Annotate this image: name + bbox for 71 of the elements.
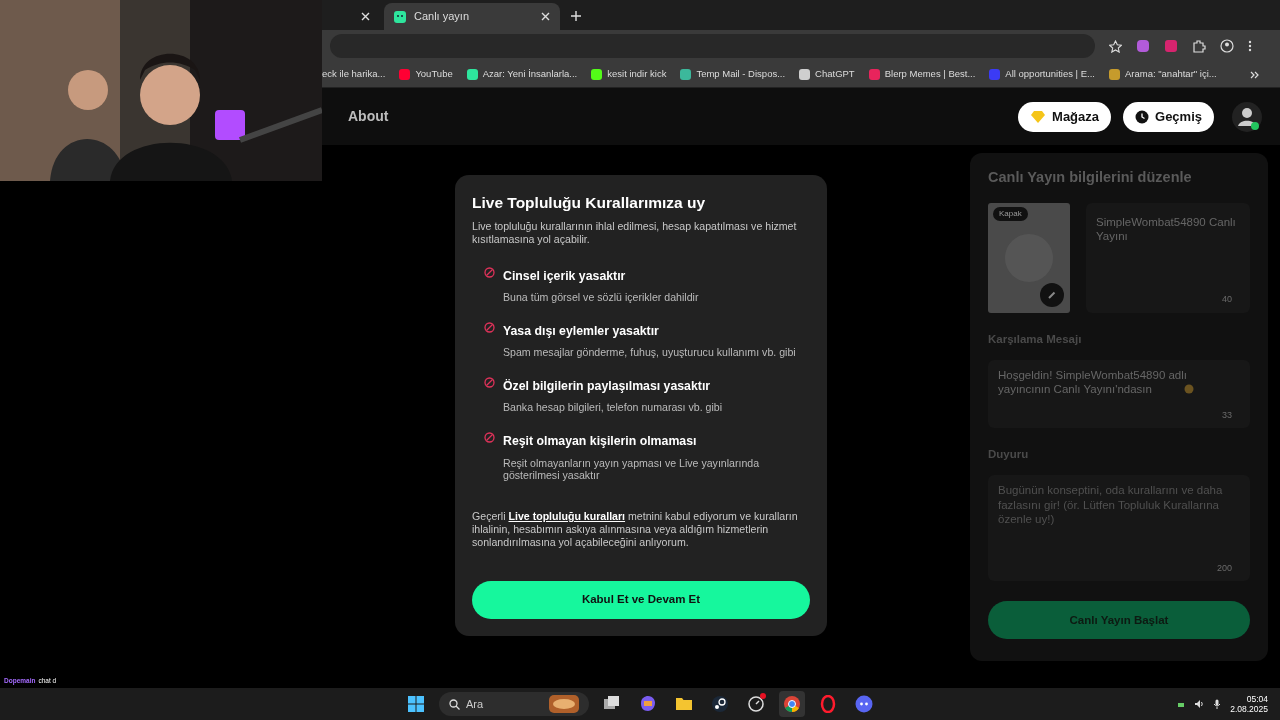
clock-time: 05:04 [1245, 693, 1268, 704]
copilot-icon [639, 695, 657, 713]
rule-description: Banka hesap bilgileri, telefon numarası vb. gibi [503, 401, 723, 415]
bread-icon [549, 695, 579, 713]
extension-icon[interactable] [1136, 39, 1150, 53]
avatar-icon[interactable] [1232, 101, 1262, 132]
close-icon[interactable] [541, 12, 550, 21]
pencil-icon [1047, 289, 1057, 300]
consent-text: Geçerli Live topluluğu kuralları metnini kabul ediyorum ve kuralların ihlalinin, hesabımın askıya alınmasına veya aldığım hizmetlerin sonlandırılmasına yol açabileceğini anlıyorum. [472, 510, 799, 549]
profile-icon[interactable] [1220, 39, 1234, 53]
taskbar-search[interactable]: Ara [439, 692, 589, 716]
nav-link[interactable]: About [348, 106, 389, 127]
discord-icon [855, 695, 873, 713]
new-tab-icon[interactable] [570, 10, 582, 22]
chevron-icon[interactable] [1250, 70, 1260, 79]
menu-icon[interactable] [1248, 39, 1252, 53]
rule-description: Buna tüm görsel ve sözlü içerikler dahildir [503, 291, 699, 304]
field-label: Duyuru [988, 447, 1030, 462]
cover-image[interactable]: Kapak [988, 202, 1070, 313]
prohibited-icon [484, 377, 495, 388]
field-label: Karşılama Mesajı [988, 331, 1083, 347]
bookmark-link[interactable]: eck ile harika... [322, 67, 386, 82]
rule-description: Spam mesajlar gönderme, fuhuş, uyuşturucu kullanımı vb. gibi [503, 346, 796, 359]
star-icon[interactable] [1109, 39, 1122, 53]
modal-title: Live Topluluğu Kurallarımıza uy [472, 193, 707, 213]
bookmark-link[interactable]: kesit indir kick [591, 67, 667, 82]
prohibited-icon [484, 266, 495, 278]
store-button[interactable]: Mağaza [1018, 101, 1111, 132]
windows-icon [408, 696, 424, 712]
ring-icon [819, 695, 837, 713]
character-count: 40 [1222, 293, 1232, 307]
prohibited-icon [484, 432, 495, 444]
folder-icon [675, 695, 693, 713]
search-placeholder: Ara [466, 696, 485, 712]
close-icon[interactable] [361, 12, 370, 21]
rule-title: Cinsel içerik yasaktır [503, 267, 627, 285]
rule-title: Özel bilgilerin paylaşılması yasaktır [503, 378, 712, 395]
diamond-icon [1030, 109, 1047, 124]
bookmark-link[interactable]: Temp Mail - Dispos... [680, 67, 786, 82]
prohibited-icon [484, 321, 495, 333]
bookmark-link[interactable]: All opportunities | E... [989, 67, 1095, 82]
history-button[interactable]: Geçmiş [1123, 101, 1214, 132]
rules-link[interactable]: Live topluluğu kuralları [508, 510, 626, 522]
rule-description: Reşit olmayanların yayın yapması ve Live yayınlarında gösterilmesi yasaktır [503, 456, 761, 482]
cover-badge: Kapak [993, 206, 1028, 221]
smiley-icon [394, 10, 406, 23]
bookmark-link[interactable]: Azar: Yeni İnsanlarla... [466, 67, 578, 82]
bookmark-link[interactable]: Blerp Memes | Best... [868, 67, 976, 82]
edit-button[interactable] [1040, 282, 1064, 307]
gauge-icon [747, 695, 765, 713]
character-count: 33 [1222, 408, 1232, 422]
rule-title: Yasa dışı eylemler yasaktır [503, 322, 660, 340]
speaker-icon[interactable] [1194, 699, 1205, 709]
bookmark-link[interactable]: ChatGPT [799, 67, 855, 82]
puzzle-icon[interactable] [1192, 39, 1206, 53]
mic-icon[interactable] [1212, 699, 1223, 709]
bookmark-link[interactable]: YouTube [399, 67, 453, 82]
rule-title: Reşit olmayan kişilerin olmaması [503, 433, 698, 451]
clock-icon [1135, 109, 1149, 124]
chrome-icon [783, 695, 801, 713]
clock-date: 2.08.2025 [1230, 704, 1268, 715]
search-icon [449, 698, 460, 710]
character-count: 200 [1216, 561, 1232, 575]
panel-title: Canlı Yayın bilgilerini düzenle [988, 168, 1193, 187]
modal-subtitle: Live topluluğu kurallarının ihlal edilmesi, hesap kapatılması ve hizmet kısıtlamasına yol açabilir. [472, 220, 798, 247]
bookmark-link[interactable]: Arama: "anahtar" içi... [1108, 67, 1217, 82]
taskbar-app[interactable] [779, 691, 805, 717]
hand-icon [1184, 384, 1194, 394]
browser-tab[interactable]: Canlı yayın [384, 3, 560, 30]
accept-button[interactable]: Kabul Et ve Devam Et [472, 580, 810, 619]
steam-icon [711, 695, 729, 713]
